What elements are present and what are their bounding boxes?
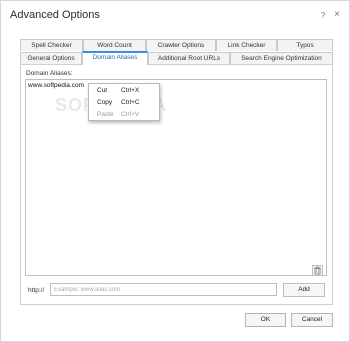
menu-item-shortcut: Ctrl+C [121, 99, 140, 106]
alias-input[interactable] [50, 283, 277, 296]
help-icon[interactable]: ? [319, 11, 327, 21]
menu-item-shortcut: Ctrl+V [121, 111, 140, 118]
menu-item-label: Copy [97, 99, 113, 106]
context-menu: Cut Ctrl+X Copy Ctrl+C Paste Ctrl+V [88, 83, 160, 121]
advanced-options-dialog: Advanced Options ? × Spell Checker Word … [0, 0, 350, 342]
add-button[interactable]: Add [283, 283, 325, 297]
tab-additional-root-urls[interactable]: Additional Root URLs [148, 52, 230, 64]
menu-item-label: Cut [97, 87, 108, 94]
ok-button[interactable]: OK [245, 313, 286, 327]
menu-item-copy[interactable]: Copy Ctrl+C [89, 97, 159, 109]
menu-item-shortcut: Ctrl+X [121, 87, 140, 94]
menu-item-label: Paste [97, 111, 114, 118]
tab-domain-aliases[interactable]: Domain Aliases [82, 51, 148, 65]
tab-typos[interactable]: Typos [277, 39, 333, 51]
dialog-title: Advanced Options [10, 9, 100, 21]
tab-spell-checker[interactable]: Spell Checker [20, 39, 83, 51]
cancel-button[interactable]: Cancel [291, 313, 333, 327]
tab-search-engine-optimization[interactable]: Search Engine Optimization [230, 52, 333, 64]
tab-link-checker[interactable]: Link Checker [216, 39, 277, 51]
tab-general-options[interactable]: General Options [20, 52, 82, 64]
title-bar: Advanced Options ? × [1, 1, 349, 29]
list-item[interactable]: www.softpedia.com [28, 82, 84, 89]
menu-item-paste[interactable]: Paste Ctrl+V [89, 109, 159, 121]
tab-crawler-options[interactable]: Crawler Options [146, 39, 216, 51]
close-icon[interactable]: × [332, 10, 342, 20]
url-prefix-label: http:// [28, 287, 45, 294]
domain-aliases-label: Domain Aliases: [26, 70, 73, 77]
menu-item-cut[interactable]: Cut Ctrl+X [89, 85, 159, 97]
trash-icon[interactable] [312, 265, 323, 276]
tab-word-count[interactable]: Word Count [83, 39, 146, 51]
